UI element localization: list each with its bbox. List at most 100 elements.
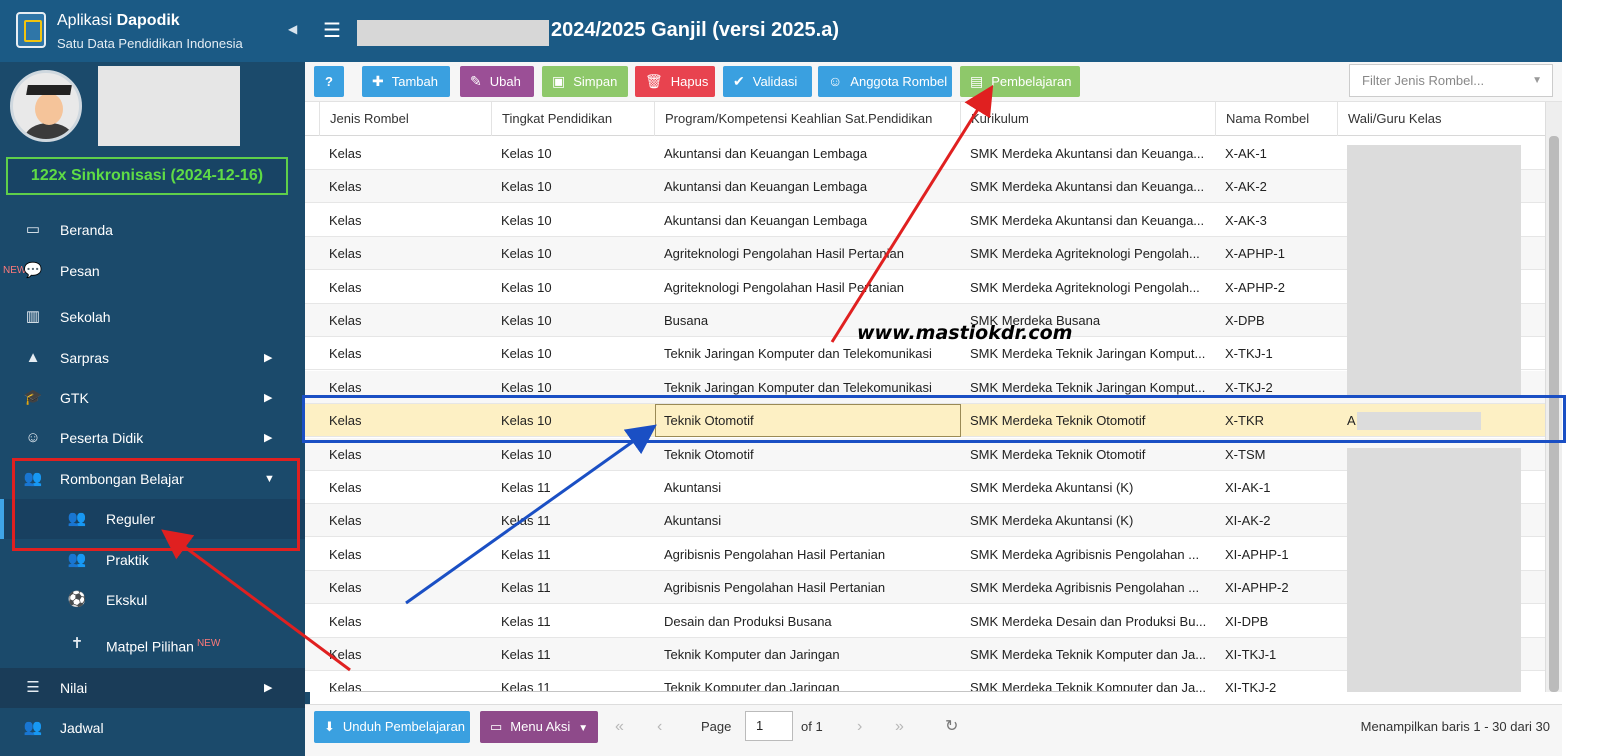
chevron-down-icon[interactable]: ▼	[264, 459, 275, 499]
validasi-button[interactable]: ✔ Validasi	[723, 66, 812, 97]
page-label: Page	[701, 719, 732, 734]
hamburger-menu-icon[interactable]: ☰	[323, 18, 341, 43]
table-cell: SMK Merdeka Teknik Jaringan Komput...	[970, 379, 1206, 395]
sidebar-item-label: Sekolah	[60, 309, 111, 325]
table-cell: Kelas 10	[501, 379, 552, 395]
top-bar: ☰ 2024/2025 Ganjil (versi 2025.a)	[305, 0, 1562, 62]
table-cell: XI-TKJ-1	[1225, 647, 1277, 662]
chat-icon: 💬	[23, 262, 43, 279]
sidebar-item-sarpras[interactable]: ▲ Sarpras ▶	[0, 338, 305, 378]
sidebar-item-jadwal[interactable]: 👥 Jadwal	[0, 708, 305, 748]
horizontal-scrollbar[interactable]	[329, 691, 1145, 692]
sidebar-subitem-praktik[interactable]: 👥 Praktik	[0, 540, 305, 580]
table-cell: Agribisnis Pengolahan Hasil Pertanian	[664, 580, 886, 596]
table-cell: Akuntansi dan Keuangan Lembaga	[664, 146, 868, 161]
toolbar: ? ✚ Tambah ✎ Ubah ▣ Simpan 🗑 Hapus ✔ Validasi ☺ Ang…	[305, 62, 1562, 102]
users-icon: 👥	[23, 719, 43, 736]
ubah-button[interactable]: ✎ Ubah	[460, 66, 534, 97]
child-icon: ✝	[70, 635, 84, 652]
app-title: Aplikasi Dapodik	[57, 12, 180, 30]
sidebar-item-label: Pesan	[60, 263, 100, 279]
sidebar-item-beranda[interactable]: ▭ Beranda	[0, 210, 305, 250]
sidebar-subitem-matpel-pilihan[interactable]: ✝ Matpel Pilihan NEW	[0, 624, 305, 664]
collapse-sidebar-icon[interactable]: ◀	[288, 22, 297, 36]
table-cell: Kelas	[329, 413, 362, 429]
table-cell: Kelas 10	[501, 179, 552, 195]
users-icon: 👥	[67, 510, 87, 527]
table-cell: Teknik Komputer dan Jaringan	[664, 647, 840, 662]
button-label: Ubah	[489, 74, 521, 89]
table-cell: Kelas 10	[501, 413, 552, 429]
sidebar-item-rombongan-belajar[interactable]: 👥 Rombongan Belajar ▼	[0, 459, 305, 499]
menu-box-icon: ▭	[490, 719, 503, 734]
chevron-right-icon[interactable]: ▶	[264, 338, 272, 378]
redacted-wali-cell	[1357, 412, 1481, 430]
subitem-text: Ekskul	[106, 592, 148, 608]
page-input[interactable]: 1	[745, 711, 793, 741]
menu-aksi-button[interactable]: ▭ Menu Aksi ▼	[480, 711, 598, 743]
chevron-right-icon[interactable]: ▶	[264, 668, 272, 708]
sidebar-item-label: Nilai	[60, 680, 88, 696]
unduh-pembelajaran-button[interactable]: ⬇ Unduh Pembelajaran	[314, 711, 470, 743]
table-cell: Kelas 10	[501, 212, 552, 228]
sidebar-item-label: Jadwal	[60, 720, 104, 736]
sidebar-item-peserta-didik[interactable]: ☺ Peserta Didik ▶	[0, 418, 305, 458]
sidebar-item-label: Rombongan Belajar	[60, 471, 184, 487]
pencil-icon: ✎	[470, 73, 482, 89]
table-cell: Akuntansi dan Keuangan Lembaga	[664, 179, 868, 195]
pager-bar: ⬇ Unduh Pembelajaran ▭ Menu Aksi ▼ « ‹ Page…	[305, 704, 1562, 756]
graduation-cap-icon	[26, 85, 72, 95]
active-indicator	[0, 499, 4, 539]
sidebar-item-sekolah[interactable]: ▥ Sekolah	[0, 297, 305, 337]
column-header[interactable]: Tingkat Pendidikan	[491, 102, 654, 136]
column-header[interactable]: Program/Kompetensi Keahlian Sat.Pendidik…	[654, 102, 960, 136]
sidebar-item-gtk[interactable]: 🎓 GTK ▶	[0, 378, 305, 418]
table-cell: X-TSM	[1225, 446, 1266, 462]
hapus-button[interactable]: 🗑 Hapus	[635, 66, 715, 97]
dapodik-logo-icon	[16, 12, 46, 48]
table-cell: SMK Merdeka Agribisnis Pengolahan ...	[970, 546, 1200, 562]
smile-icon: ☺	[828, 73, 843, 89]
table-cell: X-APHP-2	[1225, 279, 1285, 295]
last-page-icon[interactable]: »	[895, 713, 904, 741]
sidebar-subitem-reguler[interactable]: 👥 Reguler	[0, 499, 305, 539]
avatar[interactable]	[10, 70, 82, 142]
redacted-wali-column	[1347, 448, 1521, 692]
next-page-icon[interactable]: ›	[857, 713, 862, 741]
pembelajaran-button[interactable]: ▤ Pembelajaran	[960, 66, 1080, 97]
column-header[interactable]: Kurikulum	[960, 102, 1215, 136]
tambah-button[interactable]: ✚ Tambah	[362, 66, 450, 97]
table-cell: X-TKJ-1	[1225, 346, 1273, 362]
simpan-button[interactable]: ▣ Simpan	[542, 66, 628, 97]
column-header[interactable]: Nama Rombel	[1215, 102, 1337, 136]
anggota-rombel-button[interactable]: ☺ Anggota Rombel	[818, 66, 952, 97]
table-cell: Kelas 11	[501, 680, 551, 692]
chevron-right-icon[interactable]: ▶	[264, 418, 272, 458]
sidebar-subitem-ekskul[interactable]: ⚽ Ekskul	[0, 580, 305, 620]
vertical-scroll-thumb[interactable]	[1549, 136, 1559, 692]
dropdown-arrow-icon[interactable]: ▼	[1532, 65, 1542, 96]
column-header[interactable]: Wali/Guru Kelas	[1337, 102, 1537, 136]
question-icon: ?	[325, 74, 333, 89]
table-cell: XI-AK-1	[1225, 480, 1271, 495]
table-cell: SMK Merdeka Desain dan Produksi Bu...	[970, 613, 1207, 629]
app-subtitle: Satu Data Pendidikan Indonesia	[57, 36, 243, 51]
sidebar-item-pesan[interactable]: 💬 Pesan NEW	[0, 251, 305, 291]
vertical-scrollbar[interactable]	[1545, 102, 1562, 692]
filter-jenis-rombel-select[interactable]: Filter Jenis Rombel... ▼	[1349, 64, 1553, 97]
button-label: Anggota Rombel	[850, 74, 948, 89]
refresh-icon[interactable]: ↻	[945, 713, 958, 741]
first-page-icon[interactable]: «	[615, 713, 624, 741]
table-cell: X-AK-2	[1225, 179, 1267, 195]
sidebar-item-nilai[interactable]: ☰ Nilai ▶	[0, 668, 305, 708]
button-label: Simpan	[573, 74, 618, 89]
help-button[interactable]: ?	[314, 66, 344, 97]
sidebar-subitem-label: Matpel Pilihan NEW	[106, 624, 220, 667]
table-cell: SMK Merdeka Akuntansi dan Keuanga...	[970, 179, 1205, 195]
column-header[interactable]: Jenis Rombel	[319, 102, 491, 136]
chevron-right-icon[interactable]: ▶	[264, 378, 272, 418]
road-icon: ▲	[25, 349, 41, 366]
prev-page-icon[interactable]: ‹	[657, 713, 662, 741]
table-cell: Kelas 10	[501, 313, 552, 328]
table-cell: XI-APHP-1	[1225, 546, 1289, 562]
